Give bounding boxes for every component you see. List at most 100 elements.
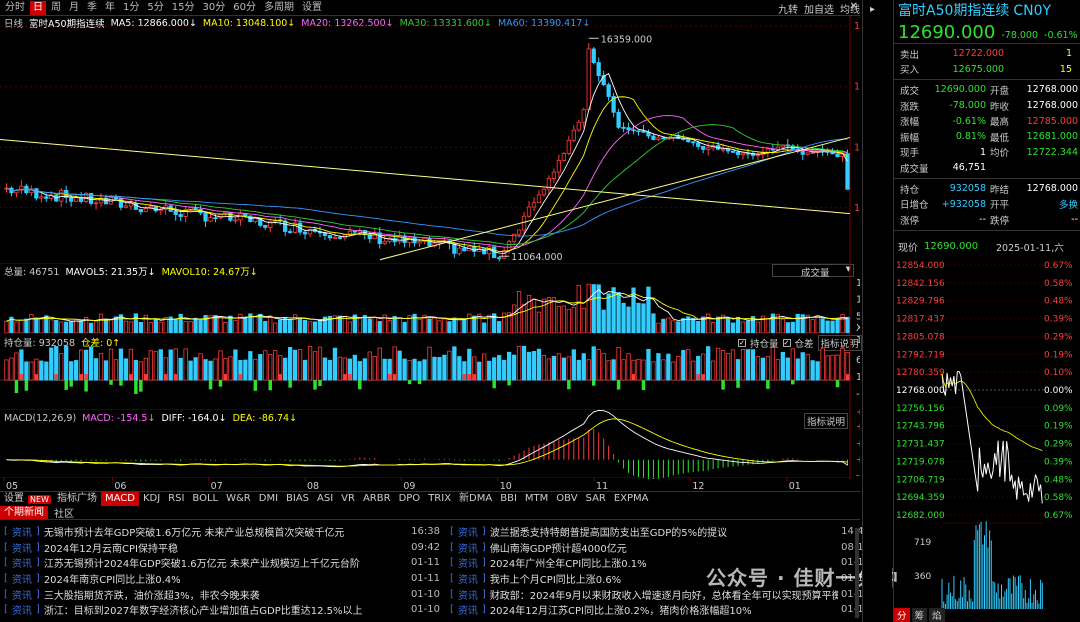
indicator-tab-7[interactable]: DMI <box>255 492 282 506</box>
period-tab-4[interactable]: 季 <box>84 1 100 15</box>
period-tab-7[interactable]: 5分 <box>144 1 166 15</box>
period-tab-9[interactable]: 30分 <box>199 1 228 15</box>
news-item[interactable]: [资讯]2024年12月江苏CPI同比上涨0.2%，猪肉价格涨幅超10%01-1… <box>450 602 870 618</box>
oi-bar <box>681 350 686 381</box>
volume-bar <box>785 322 790 333</box>
news-item[interactable]: [资讯]佛山南海GDP预计超4000亿元08:15 <box>450 540 870 556</box>
indicator-tab-18[interactable]: SAR <box>582 492 610 506</box>
bid-row[interactable]: 买入 12675.000 15 <box>894 62 1080 78</box>
oi-tick-label: 1245273 <box>856 335 860 346</box>
volume-chart[interactable]: 1546 1031 515X1000 <box>0 263 860 333</box>
indicator-tab-1[interactable]: 指标广场 <box>53 492 101 506</box>
news-item[interactable]: [资讯] 江苏无锡预计2024年GDP突破1.6万亿元 未来产业规模迈上千亿元台阶… <box>4 555 440 571</box>
tab-community[interactable]: 社区 <box>54 505 74 520</box>
top-action-1[interactable]: 加自选 <box>804 1 834 16</box>
period-tab-10[interactable]: 60分 <box>230 1 259 15</box>
ask-row[interactable]: 卖出 12722.000 1 <box>894 46 1080 62</box>
candle-body <box>521 215 527 231</box>
news-item[interactable]: [资讯]波兰据悉支持特朗普提高国防支出至GDP的5%的提议14:44 <box>450 524 870 540</box>
oi-change-bar <box>129 374 133 381</box>
volume-bar <box>825 320 830 333</box>
oi-bar <box>263 350 268 381</box>
news-item[interactable]: [资讯] 浙江：目标到2027年数字经济核心产业增加值占GDP比重达12.5%以上… <box>4 602 440 618</box>
candle-body <box>288 231 293 233</box>
volume-bar <box>417 318 422 333</box>
indicator-tab-17[interactable]: OBV <box>552 492 581 506</box>
indicator-tab-5[interactable]: BOLL <box>188 492 222 506</box>
news-item[interactable]: [资讯] 三大股指期货齐跌，油价涨超3%，非农今晚来袭 01-10 <box>4 586 440 602</box>
indicator-tab-12[interactable]: DPO <box>395 492 425 506</box>
period-tab-3[interactable]: 月 <box>66 1 82 15</box>
news-scrollbar[interactable] <box>855 528 859 618</box>
oi-bar <box>64 345 69 381</box>
bracket-icon: ] <box>481 604 486 616</box>
oi-bar <box>711 360 716 381</box>
candle-body <box>616 111 621 128</box>
volume-bar <box>19 319 24 333</box>
candle-body <box>516 229 522 235</box>
intraday-chart[interactable]: 12854.000 0.67% 12842.156 0.58% 12829.796 0.4… <box>894 259 1080 613</box>
intraday-tab-1[interactable]: 筹 <box>911 608 928 622</box>
stat-label: 最高 <box>990 117 1010 129</box>
tab-futures-news[interactable]: 个期新闻 <box>0 506 48 519</box>
indicator-tab-8[interactable]: BIAS <box>282 492 313 506</box>
ask-label: 卖出 <box>900 49 920 61</box>
news-item[interactable]: [资讯] 2024年南京CPI同比上涨0.4% 01-11 <box>4 571 440 587</box>
candle-body <box>173 210 178 215</box>
indicator-tab-0[interactable]: 设置 <box>0 492 28 506</box>
volume-bar <box>815 315 820 333</box>
indicator-tab-14[interactable]: 新DMA <box>455 492 496 506</box>
open-interest-chart[interactable]: 1245273 691083 136893 -417298 <box>0 333 860 409</box>
candle-body <box>482 248 487 255</box>
macd-chart[interactable]: +987.8+682.6+339.2+0-328.5 <box>0 409 860 479</box>
indicator-tab-6[interactable]: W&R <box>222 492 255 506</box>
indicator-tab-3[interactable]: KDJ <box>139 492 164 506</box>
period-tab-5[interactable]: 年 <box>102 1 118 15</box>
oi-bar <box>432 356 437 381</box>
period-tab-12[interactable]: 设置 <box>299 1 325 15</box>
stat-label: 振幅 <box>900 132 920 144</box>
quote-price-row: 12690.000 -78.000 -0.61% <box>894 22 1080 44</box>
oi-bar <box>671 361 676 381</box>
period-tab-6[interactable]: 1分 <box>120 1 142 15</box>
period-tab-1[interactable]: 日 <box>30 0 46 15</box>
volume-bar <box>223 321 228 333</box>
indicator-tab-16[interactable]: MTM <box>521 492 552 506</box>
period-tab-0[interactable]: 分时 <box>2 1 28 15</box>
period-tab-2[interactable]: 周 <box>48 1 64 15</box>
close-icon[interactable]: ✕ <box>850 1 858 12</box>
volume-bar <box>462 318 467 333</box>
indicator-tab-15[interactable]: BBI <box>496 492 521 506</box>
collapse-panel-icon[interactable]: ▸ <box>870 4 875 15</box>
news-item[interactable]: [资讯] 无锡市预计去年GDP突破1.6万亿元 未来产业总规模首次突破千亿元 16:… <box>4 524 440 540</box>
intraday-tab-0[interactable]: 分 <box>894 608 910 622</box>
oi-change-bar <box>24 380 29 391</box>
period-tab-11[interactable]: 多周期 <box>261 1 297 15</box>
stat-value: 12768.000 <box>1026 100 1078 112</box>
oi-bar <box>646 348 651 381</box>
news-item[interactable]: [资讯] 2024年12月云南CPI保持平稳 09:42 <box>4 540 440 556</box>
kline-chart[interactable]: 16653.16 15182.33 13711.50 12240.66 16359.00… <box>0 16 860 263</box>
indicator-tab-9[interactable]: ASI <box>313 492 337 506</box>
volume-bar <box>730 322 736 333</box>
bracket-icon: [ <box>450 541 454 553</box>
candle-body <box>263 225 268 228</box>
indicator-tab-19[interactable]: EXPMA <box>610 492 653 506</box>
indicator-tab-2[interactable]: MACD <box>100 492 139 506</box>
oi-change-bar <box>64 380 68 390</box>
price-pct: -0.61% <box>1044 30 1078 41</box>
volume-bar <box>601 309 606 333</box>
indicator-tab-11[interactable]: ARBR <box>359 492 395 506</box>
candle-body <box>128 203 134 207</box>
top-action-0[interactable]: 九转 <box>778 1 798 16</box>
period-tab-8[interactable]: 15分 <box>169 1 198 15</box>
indicator-tab-13[interactable]: TRIX <box>424 492 455 506</box>
indicator-tab-4[interactable]: RSI <box>164 492 188 506</box>
indicator-tab-10[interactable]: VR <box>337 492 359 506</box>
oi-bar <box>422 359 427 381</box>
volume-bar <box>621 302 626 333</box>
oi-bar <box>755 356 761 381</box>
intraday-tab-2[interactable]: 焰 <box>929 608 945 622</box>
date-axis: 05 06 07 08 09 10 11 12 01 <box>0 477 850 491</box>
volume-bar <box>616 291 621 333</box>
